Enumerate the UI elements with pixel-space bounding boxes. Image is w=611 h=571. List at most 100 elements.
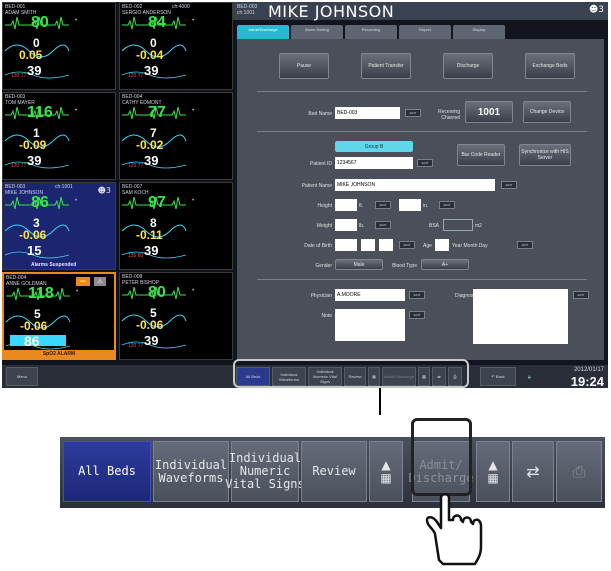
blood-type-select[interactable]: A+ — [421, 259, 469, 270]
hr-units: ♥ — [75, 197, 78, 202]
height-in-edit-button[interactable]: EDIT — [439, 201, 455, 209]
tab-display[interactable]: Display — [453, 25, 505, 39]
dob-month-field[interactable] — [361, 239, 375, 251]
note-label: Note — [321, 313, 332, 319]
pvc-value: -0.02 — [136, 138, 164, 152]
heart-rate-value: 118 — [28, 285, 54, 302]
tab-alarm-setting[interactable]: Alarm Setting — [291, 25, 343, 39]
heart-rate-value: 97 — [148, 194, 166, 211]
note-edit-button[interactable]: EDIT — [409, 311, 425, 319]
dob-day-field[interactable] — [379, 239, 393, 251]
height-ft-field[interactable] — [335, 199, 357, 211]
back-button[interactable]: ↶ Back — [480, 367, 516, 386]
weight-label: Weight — [316, 223, 332, 229]
bp-value: 120 77 — [128, 163, 144, 169]
note-field[interactable] — [335, 309, 405, 341]
physician-field[interactable]: A.MOORE — [335, 289, 405, 301]
weight-field[interactable] — [335, 219, 357, 231]
bed-tile[interactable]: BED-008 PETER BISHOP 80 ♥ 5 -0.06 39 120 77 — [119, 272, 233, 360]
bed-label: BED-007 SAM KOCH — [122, 184, 149, 196]
bed-tile[interactable]: BED-001 ADAM SMITH 80 ♥ 0 0.05 39 120 77 — [2, 2, 116, 90]
panel-patient-name: MIKE JOHNSON — [268, 2, 395, 21]
weight-unit: lb. — [359, 223, 365, 229]
weight-edit-button[interactable]: EDIT — [375, 221, 391, 229]
person-count: ☻3 — [97, 186, 111, 195]
bed-tile[interactable]: BED-004 ANNE GOLDMAN 118 ♥ 5 -0.06 86— ⚠ SpO2 AL… — [2, 272, 116, 360]
panel-tabs: Admit/Discharge Alarm Setting Recording … — [237, 25, 505, 39]
menu-button[interactable]: Menu — [6, 367, 38, 386]
silence-alarm-button[interactable]: — — [76, 277, 90, 286]
gender-select[interactable]: Male — [335, 259, 383, 270]
hr-units: ♥ — [192, 197, 195, 202]
age-edit-button[interactable]: EDIT — [517, 241, 533, 249]
bell-off-icon[interactable]: ⚠ — [94, 277, 106, 286]
receiving-channel-value[interactable]: 1001 — [465, 101, 513, 123]
diagnosis-field[interactable] — [473, 289, 568, 344]
blood-type-label: Blood Type — [392, 263, 417, 269]
back-arrow-icon: ↶ — [491, 374, 495, 379]
patient-id-edit-button[interactable]: EDIT — [417, 159, 433, 167]
triangle-up-icon: ▲ — [381, 457, 391, 472]
physician-edit-button[interactable]: EDIT — [409, 291, 425, 299]
zoom-recording-button[interactable]: ⇄ — [512, 441, 554, 502]
divider — [257, 131, 587, 132]
hr-units: ♥ — [192, 287, 195, 292]
age-units: Year Month Day — [452, 243, 488, 249]
height-in-field[interactable] — [399, 199, 421, 211]
hr-units: ♥ — [192, 17, 195, 22]
patient-transfer-button[interactable]: Patient Transfer — [361, 53, 411, 79]
diagnosis-edit-button[interactable]: EDIT — [573, 291, 589, 299]
divider — [257, 91, 587, 92]
dob-edit-button[interactable]: EDIT — [399, 241, 415, 249]
spo2-value: 86 — [24, 333, 40, 349]
pause-button[interactable]: Pause — [279, 53, 329, 79]
receiving-channel-label: Receiving Channel — [438, 109, 460, 121]
printer-icon: ⎙ — [572, 462, 586, 481]
bp-value: 120 77 — [128, 73, 144, 79]
zoom-individual-numeric-button[interactable]: Individual Numeric Vital Signs — [225, 441, 305, 502]
bed-tile[interactable]: BED-003 TOM MAYER 116 ♥ 1 -0.09 39 120 77 — [2, 92, 116, 180]
tab-recording[interactable]: Recording — [345, 25, 397, 39]
highlight-outline — [233, 359, 469, 388]
patient-id-field[interactable]: 1234567 — [335, 157, 413, 169]
zoom-all-beds-button[interactable]: All Beds — [63, 441, 151, 502]
zoom-print-button[interactable]: ⎙ — [556, 441, 602, 502]
change-device-button[interactable]: Change Device — [523, 101, 571, 123]
divider — [257, 279, 587, 280]
resp-value: 39 — [144, 153, 159, 168]
bp-value: 120 77 — [11, 163, 27, 169]
exchange-beds-button[interactable]: Exchange Beds — [525, 53, 575, 79]
bed-name-edit-button[interactable]: EDIT — [405, 109, 421, 117]
bed-tile[interactable]: BED-007 SAM KOCH 97 ♥ 8 -0.11 39 135 80 — [119, 182, 233, 270]
bsa-field — [443, 219, 473, 231]
sync-his-button[interactable]: Synchronize with HIS Server — [519, 144, 571, 166]
patient-panel: BED-003 ch:1001 MIKE JOHNSON ☻3 Admit/Dis… — [233, 2, 608, 364]
tab-admit-discharge[interactable]: Admit/Discharge — [237, 25, 289, 39]
height-ft-edit-button[interactable]: EDIT — [375, 201, 391, 209]
barcode-reader-button[interactable]: Bar Code Reader — [457, 144, 505, 166]
volume-icon[interactable]: 🔈 — [522, 367, 538, 386]
pvc-value: 0.05 — [19, 48, 43, 62]
bed-tile[interactable]: BED-003 MIKE JOHNSON ch:1001 ☻3 86 ♥ 3 -0.06 15 A… — [2, 182, 116, 270]
resp-value: 15 — [27, 243, 42, 258]
age-field[interactable] — [435, 239, 449, 251]
dob-year-field[interactable] — [335, 239, 357, 251]
group-badge[interactable]: Group B — [335, 141, 413, 152]
bed-tile[interactable]: BED-004 CATHY EDMONT 77 ♥ 7 -0.02 39 120 77 — [119, 92, 233, 180]
bed-tile[interactable]: BED-002 SERGIO ANDERSON ch:4000 84 ♥ 0 -0.04 39… — [119, 2, 233, 90]
discharge-button[interactable]: Discharge — [443, 53, 493, 79]
bed-name-label: Bed Name — [308, 111, 332, 117]
hr-units: ♥ — [75, 17, 78, 22]
patient-name-field[interactable]: MIKE JOHNSON — [335, 179, 495, 191]
bed-name-field[interactable]: BED-003 — [335, 107, 400, 119]
pvc-value: -0.06 — [136, 318, 164, 332]
date-display: 2012/01/17 — [573, 367, 604, 373]
zoom-layout-grid-button[interactable]: ▲ ▦ — [369, 441, 403, 502]
zoom-review-button[interactable]: Review — [301, 441, 367, 502]
patient-name-edit-button[interactable]: EDIT — [501, 181, 517, 189]
zoom-individual-waveforms-button[interactable]: Individual Waveforms — [153, 441, 229, 502]
panel-header: BED-003 ch:1001 MIKE JOHNSON ☻3 — [233, 2, 608, 21]
person-icon: ☻ — [588, 5, 599, 15]
height-label: Height — [317, 203, 332, 209]
tab-report[interactable]: Report — [399, 25, 451, 39]
